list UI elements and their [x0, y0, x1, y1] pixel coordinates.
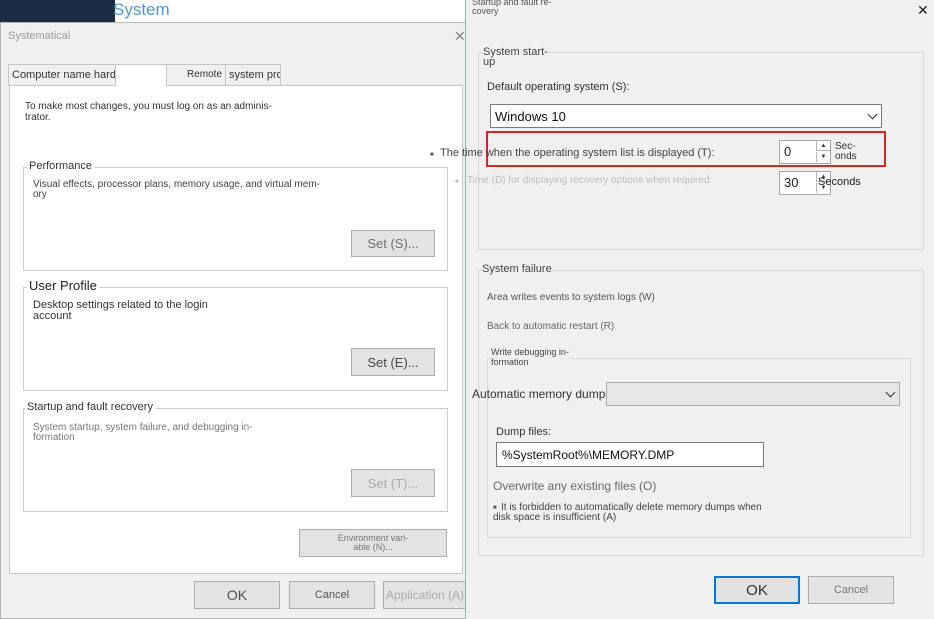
chevron-down-icon	[867, 109, 878, 120]
recovery-time-unit: Seconds	[818, 176, 861, 188]
dialog-title: Startup and fault re- covery	[472, 0, 552, 16]
default-os-label: Default operating system (S):	[487, 81, 630, 93]
admin-notice: To make most changes, you must log on as…	[25, 101, 272, 123]
performance-settings-button[interactable]: Set (S)...	[351, 230, 435, 257]
startup-recovery-group: Startup and fault recovery System startu…	[23, 401, 448, 512]
bullet-icon: ■	[430, 152, 434, 158]
performance-group: Performance Visual effects, processor pl…	[23, 160, 448, 271]
dump-file-input[interactable]: %SystemRoot%\MEMORY.DMP	[496, 442, 764, 467]
debug-info-title: Write debugging in- formation	[491, 347, 569, 367]
write-events-option[interactable]: Area writes events to system logs (W)	[487, 292, 655, 303]
user-profile-title: User Profile	[27, 278, 99, 293]
user-profile-settings-button[interactable]: Set (E)...	[351, 348, 435, 376]
startup-recovery-dialog: Startup and fault re- covery ✕ System st…	[430, 0, 934, 619]
dump-type-select[interactable]	[606, 382, 900, 406]
recovery-time-label: Time (D) for displaying recovery options…	[467, 175, 713, 186]
startup-recovery-settings-button[interactable]: Set (T)...	[351, 469, 435, 497]
bullet-icon: ■	[455, 179, 459, 185]
advanced-tab-panel: To make most changes, you must log on as…	[9, 85, 463, 574]
default-os-value: Windows 10	[495, 109, 566, 124]
os-list-time-value: 0	[784, 144, 792, 159]
performance-description: Visual effects, processor plans, memory …	[33, 179, 320, 200]
startup-recovery-title: Startup and fault recovery	[25, 401, 155, 413]
dialog-cancel-button[interactable]: Cancel	[808, 576, 894, 604]
user-profile-description: Desktop settings related to the login ac…	[33, 299, 208, 322]
tab-system-protection[interactable]: system protection	[225, 64, 281, 86]
default-os-select[interactable]: Windows 10	[490, 104, 882, 128]
chevron-down-icon	[885, 387, 896, 398]
system-properties-title: Systematical	[8, 30, 71, 42]
system-cancel-button[interactable]: Cancel	[289, 581, 375, 609]
spin-up-icon[interactable]: ▲	[816, 141, 830, 151]
spin-down-icon[interactable]: ▼	[816, 152, 830, 162]
dump-type-value: Automatic memory dump	[472, 387, 606, 401]
system-apply-button[interactable]: Application (A)	[383, 581, 469, 609]
os-list-time-unit: Sec- onds	[835, 141, 857, 162]
recovery-time-value: 30	[784, 175, 799, 190]
background-window-edge	[0, 0, 115, 24]
overwrite-files-option[interactable]: Overwrite any existing files (O)	[493, 479, 656, 493]
dialog-ok-button[interactable]: OK	[714, 576, 800, 604]
close-icon[interactable]: ✕	[454, 28, 466, 45]
dialog-close-icon[interactable]: ✕	[917, 2, 929, 19]
tab-remote[interactable]: Remote	[166, 64, 226, 86]
environment-variables-button[interactable]: Environment vari- able (N)...	[299, 529, 447, 557]
dump-file-label: Dump files:	[496, 426, 552, 438]
system-startup-title: System start- up	[483, 46, 548, 68]
auto-restart-option[interactable]: Back to automatic restart (R)	[487, 321, 614, 332]
os-list-time-label: The time when the operating system list …	[440, 147, 715, 159]
tab-computer-name-hardware-advanced[interactable]: Computer name hardware advanced	[8, 64, 116, 86]
system-ok-button[interactable]: OK	[194, 581, 280, 609]
os-list-time-spinner[interactable]: 0 ▲ ▼	[779, 140, 831, 164]
startup-recovery-description: System startup, system failure, and debu…	[33, 422, 253, 443]
user-profile-group: User Profile Desktop settings related to…	[23, 278, 448, 391]
system-failure-title: System failure	[482, 263, 552, 275]
tab-advanced-active[interactable]	[115, 64, 167, 86]
system-window-caption: System	[113, 0, 170, 19]
system-properties-window: Systematical ✕ Computer name hardware ad…	[0, 22, 470, 619]
disable-auto-delete-option[interactable]: It is forbidden to automatically delete …	[493, 503, 793, 523]
performance-title: Performance	[27, 160, 94, 172]
